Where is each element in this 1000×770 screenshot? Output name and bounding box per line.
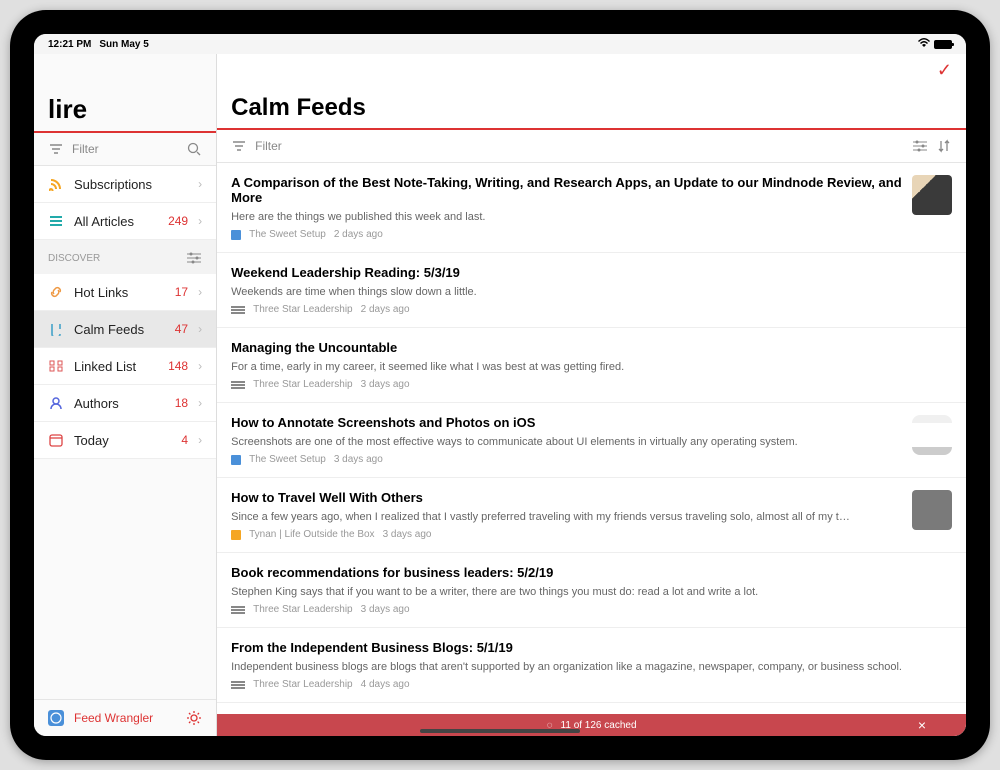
sidebar-item-authors[interactable]: Authors 18 › (34, 385, 216, 422)
all-articles-count: 249 (168, 214, 188, 228)
article-item[interactable]: Book recommendations for business leader… (217, 553, 966, 628)
chevron-icon: › (198, 359, 202, 373)
chevron-icon: › (198, 177, 202, 191)
screen: 12:21 PM Sun May 5 lire (34, 34, 966, 736)
sliders-icon[interactable] (912, 138, 928, 154)
status-bar: 12:21 PM Sun May 5 (34, 34, 966, 54)
link-icon (48, 284, 64, 300)
chevron-icon: › (198, 396, 202, 410)
chevron-icon: › (198, 433, 202, 447)
ipad-frame: 12:21 PM Sun May 5 lire (10, 10, 990, 760)
content-pane: ✓ Calm Feeds Filter (217, 54, 966, 736)
wifi-icon (918, 38, 930, 50)
articles-icon (48, 213, 64, 229)
home-indicator[interactable] (420, 729, 580, 733)
app-title: lire (34, 86, 216, 133)
sidebar-item-today[interactable]: Today 4 › (34, 422, 216, 459)
authors-icon (48, 395, 64, 411)
battery-icon (934, 40, 952, 49)
article-thumbnail (912, 175, 952, 215)
favicon-icon (231, 684, 245, 686)
rss-icon (48, 176, 64, 192)
favicon-icon (231, 309, 245, 311)
sidebar-footer[interactable]: Feed Wrangler (34, 699, 216, 736)
favicon-icon (231, 609, 245, 611)
discover-header: DISCOVER (34, 240, 216, 274)
sort-icon[interactable] (936, 138, 952, 154)
all-articles-label: All Articles (74, 214, 158, 229)
sliders-icon[interactable] (186, 250, 202, 266)
filter-label: Filter (72, 142, 99, 156)
articles-list[interactable]: A Comparison of the Best Note-Taking, Wr… (217, 163, 966, 736)
article-thumbnail (912, 490, 952, 530)
content-title: Calm Feeds (217, 86, 966, 130)
gear-icon[interactable] (186, 710, 202, 726)
chevron-icon: › (198, 322, 202, 336)
sidebar-item-calm-feeds[interactable]: Calm Feeds 47 › (34, 311, 216, 348)
content-filter[interactable]: Filter (217, 130, 966, 163)
filter-icon (48, 141, 64, 157)
caching-bar: ◌ 11 of 126 cached × (217, 714, 966, 736)
feedwrangler-label: Feed Wrangler (74, 711, 153, 725)
article-item[interactable]: Managing the Uncountable For a time, ear… (217, 328, 966, 403)
calm-icon (48, 321, 64, 337)
sidebar-filter[interactable]: Filter (34, 133, 216, 166)
article-item[interactable]: Weekend Leadership Reading: 5/3/19 Weeke… (217, 253, 966, 328)
calendar-icon (48, 432, 64, 448)
article-item[interactable]: How to Travel Well With Others Since a f… (217, 478, 966, 553)
sidebar-item-linked-list[interactable]: Linked List 148 › (34, 348, 216, 385)
favicon-icon (231, 230, 241, 240)
chevron-icon: › (198, 285, 202, 299)
feedwrangler-icon (48, 710, 64, 726)
sidebar: lire Filter Subscriptions (34, 54, 217, 736)
favicon-icon (231, 384, 245, 386)
status-date: Sun May 5 (99, 39, 148, 50)
linkedlist-icon (48, 358, 64, 374)
sidebar-item-all-articles[interactable]: All Articles 249 › (34, 203, 216, 240)
checkmark-icon[interactable]: ✓ (937, 60, 952, 81)
sidebar-item-hot-links[interactable]: Hot Links 17 › (34, 274, 216, 311)
article-thumbnail (912, 415, 952, 455)
favicon-icon (231, 455, 241, 465)
filter-icon (231, 138, 247, 154)
article-item[interactable]: From the Independent Business Blogs: 5/1… (217, 628, 966, 703)
chevron-icon: › (198, 214, 202, 228)
favicon-icon (231, 530, 241, 540)
close-icon[interactable]: × (918, 717, 926, 733)
search-icon[interactable] (186, 141, 202, 157)
article-item[interactable]: How to Annotate Screenshots and Photos o… (217, 403, 966, 478)
status-time: 12:21 PM (48, 39, 91, 50)
article-item[interactable]: A Comparison of the Best Note-Taking, Wr… (217, 163, 966, 253)
subscriptions-label: Subscriptions (74, 177, 188, 192)
sidebar-item-subscriptions[interactable]: Subscriptions › (34, 166, 216, 203)
